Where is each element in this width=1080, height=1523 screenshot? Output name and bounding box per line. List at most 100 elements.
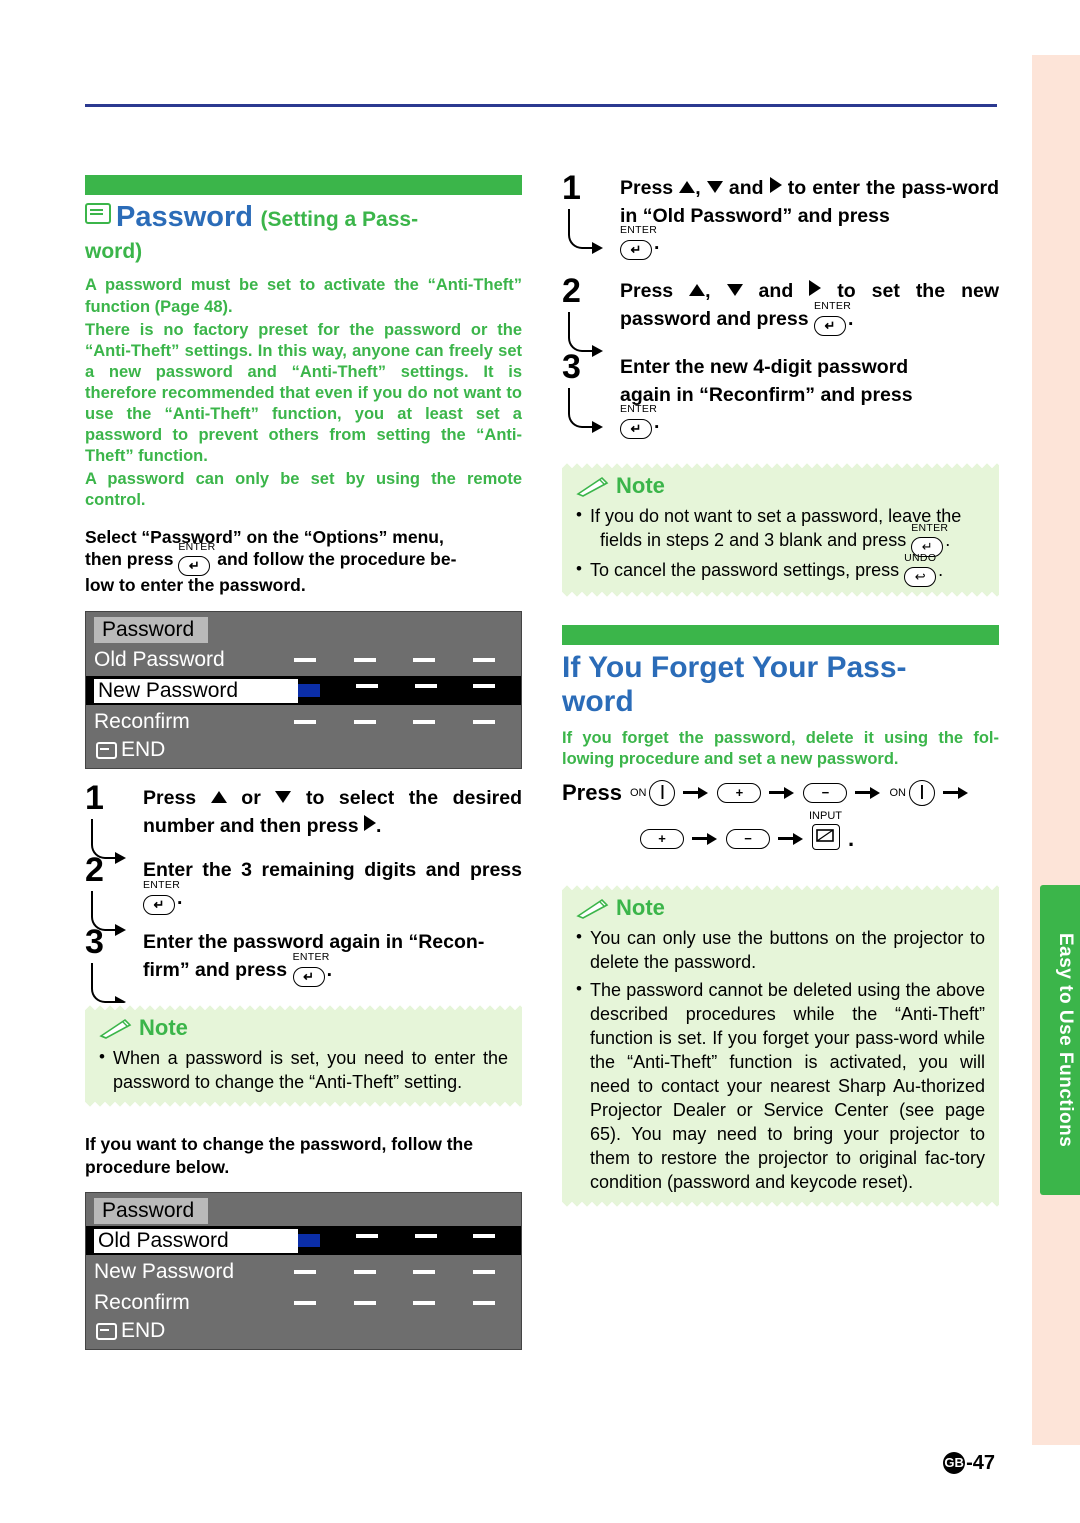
right-step-3-bracket bbox=[568, 388, 603, 434]
menu-square-icon bbox=[85, 203, 111, 224]
right-note-1-item-1-line2: fields in steps 2 and 3 blank and press bbox=[600, 530, 907, 551]
left-step-2-number: 2 bbox=[85, 851, 104, 890]
osd-password-menu-2: Password Old Password New Password Recon… bbox=[85, 1192, 522, 1351]
right-note-1-title: Note bbox=[616, 473, 665, 499]
left-note-title: Note bbox=[139, 1015, 188, 1041]
osd-password-menu-1: Password Old Password New Password Recon… bbox=[85, 611, 522, 770]
osd-cursor-block bbox=[298, 1234, 320, 1248]
enter-button-icon: ENTER ↵ bbox=[813, 300, 851, 336]
left-step-3-bracket bbox=[91, 963, 126, 1009]
osd-dash bbox=[294, 1300, 316, 1305]
enter-button-label: ENTER bbox=[911, 522, 949, 535]
side-tab-background bbox=[1032, 55, 1080, 1445]
section-green-bar-2 bbox=[562, 625, 999, 646]
left-step-2-text: Enter the 3 remaining digits and press E… bbox=[143, 857, 522, 915]
osd-dashes-1c bbox=[294, 719, 521, 724]
on-button-label: ON bbox=[889, 787, 906, 800]
osd-end-icon bbox=[96, 741, 117, 759]
pencil-icon bbox=[576, 475, 610, 498]
left-step-1: 1 Press or to select the desired number … bbox=[85, 781, 522, 865]
sequence-arrow-icon bbox=[683, 787, 709, 800]
instruction-paragraph: Select “Password” on the “Options” menu,… bbox=[85, 526, 522, 598]
section-title-line-1: If You Forget Your Pass- bbox=[562, 651, 907, 685]
right-step-2-bracket bbox=[568, 312, 603, 358]
right-step-1-number: 1 bbox=[562, 169, 581, 207]
undo-key-glyph: ↩ bbox=[904, 567, 937, 588]
osd-dash bbox=[414, 1234, 437, 1239]
down-arrow-icon bbox=[726, 284, 743, 297]
down-arrow-icon bbox=[706, 181, 723, 193]
power-on-icon: | bbox=[908, 780, 935, 807]
button-sequence-row-2: + − INPUT . bbox=[640, 810, 999, 853]
osd-dash bbox=[413, 657, 436, 662]
right-note-1-item-1-line1: If you do not want to set a password, le… bbox=[590, 506, 962, 527]
right-note-2-item-2: The password cannot be deleted using the… bbox=[576, 978, 985, 1194]
enter-button-label: ENTER bbox=[292, 950, 330, 963]
left-step-1-text: Press or to select the desired number an… bbox=[143, 787, 522, 837]
page-title-sub: (Setting a Pass- bbox=[260, 208, 419, 231]
minus-button-2: − bbox=[726, 828, 770, 849]
on-button-1: ON | bbox=[629, 780, 676, 807]
enter-button-icon: ENTER ↵ bbox=[620, 403, 657, 440]
minus-button: − bbox=[803, 783, 848, 804]
osd-label-old-password-2: Old Password bbox=[94, 1228, 298, 1253]
osd-title-2: Password bbox=[94, 1198, 209, 1225]
note-zigzag-top bbox=[562, 461, 999, 469]
side-tab-label: Easy to Use Functions bbox=[1055, 932, 1076, 1148]
osd-dash bbox=[414, 684, 437, 689]
sequence-period: . bbox=[848, 825, 855, 851]
osd-dash bbox=[472, 719, 495, 724]
plus-button: + bbox=[717, 783, 762, 804]
section-title-line-2: word bbox=[562, 684, 634, 718]
left-column: Password (Setting a Pass- word) A passwo… bbox=[85, 175, 522, 1351]
note-zigzag-bottom bbox=[562, 592, 999, 600]
osd-end-label-1: END bbox=[121, 738, 166, 762]
osd-end-label-2: END bbox=[121, 1319, 166, 1343]
input-button: INPUT bbox=[809, 810, 842, 853]
pencil-icon bbox=[576, 897, 610, 920]
pencil-icon bbox=[99, 1017, 133, 1039]
input-button-label: INPUT bbox=[809, 810, 842, 823]
right-note-1-title-row: Note bbox=[576, 473, 985, 499]
osd-dash bbox=[472, 1234, 495, 1239]
osd-label-reconfirm-2: Reconfirm bbox=[94, 1290, 190, 1314]
osd-row-reconfirm-2: Reconfirm bbox=[86, 1288, 521, 1317]
osd-row-old-password-2: Old Password bbox=[86, 1226, 521, 1256]
left-step-3-number: 3 bbox=[85, 923, 104, 962]
right-note-2-item-1: You can only use the buttons on the proj… bbox=[576, 926, 985, 975]
on-button-label: ON bbox=[629, 787, 647, 800]
left-note-title-row: Note bbox=[99, 1015, 508, 1041]
right-step-2: 2 Press , and to set the new password an… bbox=[562, 274, 999, 358]
right-note-2-title-row: Note bbox=[576, 895, 985, 921]
right-note-box-2: Note You can only use the buttons on the… bbox=[562, 883, 999, 1209]
enter-key-glyph: ↵ bbox=[813, 315, 846, 336]
enter-key-glyph: ↵ bbox=[620, 419, 652, 440]
gb-mark: GB bbox=[943, 1452, 966, 1474]
right-column: 1 Press , and to enter the pass-word in … bbox=[562, 171, 999, 1209]
left-step-3-line-2: firm” and press bbox=[143, 958, 288, 981]
up-arrow-icon bbox=[210, 791, 227, 804]
osd-dash bbox=[413, 1300, 436, 1305]
on-button-2: ON | bbox=[889, 780, 935, 807]
right-step-1: 1 Press , and to enter the pass-word in … bbox=[562, 171, 999, 261]
osd-dashes-2c bbox=[294, 1300, 521, 1305]
osd-dash bbox=[353, 657, 376, 662]
osd-row-new-password-2: New Password bbox=[86, 1257, 521, 1286]
right-step-3-text: Enter the new 4-digit password again in … bbox=[620, 354, 999, 440]
right-note-1-list: If you do not want to set a password, le… bbox=[576, 504, 985, 588]
section-title-forgot-password: If You Forget Your Pass- word bbox=[562, 651, 999, 718]
osd-dash bbox=[413, 1269, 436, 1274]
left-step-2: 2 Enter the 3 remaining digits and press… bbox=[85, 853, 522, 937]
note-zigzag-top bbox=[562, 883, 999, 891]
up-arrow-icon bbox=[679, 181, 696, 193]
osd-dash bbox=[472, 1269, 495, 1274]
page-title-main: Password bbox=[116, 201, 253, 233]
osd-row-reconfirm-1: Reconfirm bbox=[86, 707, 521, 736]
osd-dash bbox=[413, 719, 436, 724]
osd-dashes-2b bbox=[294, 1269, 521, 1274]
enter-button-label: ENTER bbox=[620, 403, 658, 416]
osd-dashes-2a bbox=[298, 1234, 521, 1248]
right-step-3-number: 3 bbox=[562, 348, 581, 387]
left-step-1-number: 1 bbox=[85, 779, 104, 818]
osd-label-new-password-2: New Password bbox=[94, 1259, 235, 1283]
